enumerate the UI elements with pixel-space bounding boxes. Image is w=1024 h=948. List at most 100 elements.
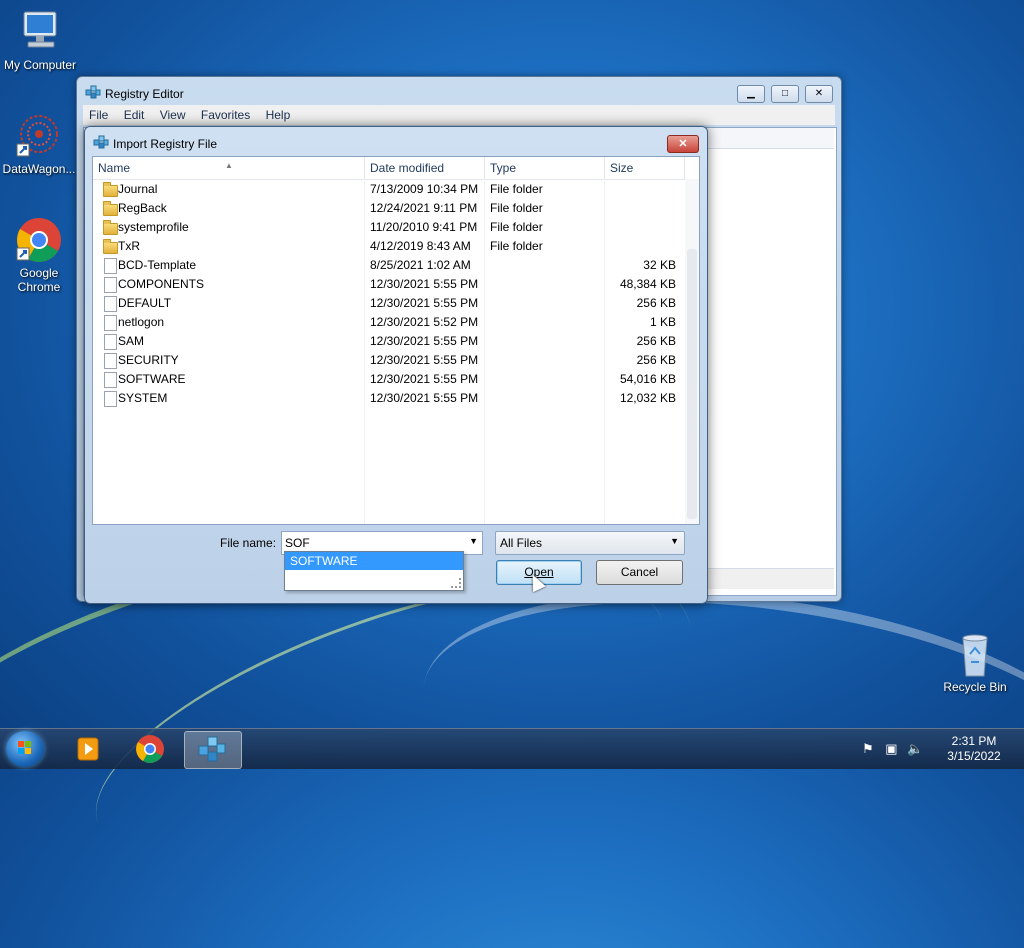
file-name-cell: netlogon	[118, 315, 165, 329]
file-name-cell: RegBack	[118, 201, 167, 215]
autocomplete-dropdown[interactable]: SOFTWARE	[284, 551, 464, 591]
file-size-cell: 54,016 KB	[619, 372, 676, 386]
file-type-cell: File folder	[490, 239, 543, 253]
dialog-close-button[interactable]: ✕	[667, 135, 699, 153]
menu-bar: File Edit View Favorites Help	[83, 105, 835, 125]
windows-logo-icon	[18, 741, 31, 754]
file-name-cell: systemprofile	[118, 220, 189, 234]
file-name-cell: TxR	[118, 239, 140, 253]
file-name-label: File name:	[220, 536, 277, 550]
file-row[interactable]: SAM 12/30/2021 5:55 PM 256 KB	[93, 332, 683, 351]
minimize-button[interactable]: ▁	[737, 85, 765, 103]
resize-grip-icon[interactable]	[451, 578, 461, 588]
taskbar: ⚑ ▣ 🔈 2:31 PM 3/15/2022	[0, 728, 1024, 769]
file-size-cell: 48,384 KB	[619, 277, 676, 291]
menu-view[interactable]: View	[154, 105, 192, 122]
file-size-cell: 12,032 KB	[619, 391, 676, 405]
menu-edit[interactable]: Edit	[118, 105, 151, 122]
network-icon[interactable]: ▣	[885, 741, 897, 756]
folder-icon	[103, 239, 118, 254]
desktop-icon-google-chrome[interactable]: Google Chrome	[0, 216, 79, 294]
clock-date: 3/15/2022	[947, 749, 1001, 763]
file-size-cell: 1 KB	[649, 315, 676, 329]
file-row[interactable]: TxR 4/12/2019 8:43 AM File folder	[93, 237, 683, 256]
file-row[interactable]: SOFTWARE 12/30/2021 5:55 PM 54,016 KB	[93, 370, 683, 389]
clock[interactable]: 2:31 PM 3/15/2022	[938, 734, 1010, 764]
column-header-type[interactable]: Type	[485, 157, 605, 179]
close-icon: ✕	[814, 88, 824, 99]
taskbar-media-player[interactable]	[60, 731, 116, 767]
file-row[interactable]: netlogon 12/30/2021 5:52 PM 1 KB	[93, 313, 683, 332]
desktop-icon-datawagon[interactable]: DataWagon...	[0, 112, 79, 176]
file-row[interactable]: COMPONENTS 12/30/2021 5:55 PM 48,384 KB	[93, 275, 683, 294]
file-size-cell: 256 KB	[636, 296, 676, 310]
file-date-cell: 11/20/2010 9:41 PM	[370, 220, 478, 234]
sort-ascending-icon: ▲	[225, 161, 233, 170]
start-button[interactable]	[6, 731, 44, 767]
file-icon	[103, 258, 117, 274]
chevron-down-icon: ▼	[670, 536, 679, 546]
file-date-cell: 12/30/2021 5:55 PM	[370, 391, 479, 405]
desktop-icon-recycle-bin[interactable]: Recycle Bin	[935, 630, 1015, 694]
file-name-cell: SAM	[118, 334, 145, 348]
dialog-title: Import Registry File	[113, 137, 218, 151]
taskbar-chrome[interactable]	[122, 731, 178, 767]
file-row[interactable]: Journal 7/13/2009 10:34 PM File folder	[93, 180, 683, 199]
file-row[interactable]: systemprofile 11/20/2010 9:41 PM File fold…	[93, 218, 683, 237]
desktop-icon-my-computer[interactable]: My Computer	[0, 8, 80, 72]
column-header-date-modified[interactable]: Date modified	[365, 157, 485, 179]
scrollbar-thumb[interactable]	[687, 249, 697, 519]
menu-favorites[interactable]: Favorites	[195, 105, 256, 122]
file-date-cell: 4/12/2019 8:43 AM	[370, 239, 471, 253]
file-row[interactable]: SECURITY 12/30/2021 5:55 PM 256 KB	[93, 351, 683, 370]
column-header-size[interactable]: Size	[605, 157, 685, 179]
autocomplete-item[interactable]: SOFTWARE	[285, 552, 463, 570]
file-name-cell: Journal	[118, 182, 158, 196]
menu-file[interactable]: File	[83, 105, 114, 122]
horizontal-scrollbar[interactable]	[704, 568, 834, 589]
close-button[interactable]: ✕	[805, 85, 833, 103]
file-icon	[103, 277, 117, 293]
file-type-value: All Files	[500, 536, 543, 550]
file-row[interactable]: DEFAULT 12/30/2021 5:55 PM 256 KB	[93, 294, 683, 313]
menu-help[interactable]: Help	[260, 105, 297, 122]
vertical-scrollbar[interactable]	[685, 179, 699, 524]
volume-icon[interactable]: 🔈	[907, 741, 923, 756]
file-icon	[103, 353, 117, 369]
chevron-down-icon[interactable]: ▼	[469, 536, 478, 546]
file-type-cell: File folder	[490, 220, 543, 234]
file-date-cell: 12/24/2021 9:11 PM	[370, 201, 478, 215]
file-name-cell: DEFAULT	[118, 296, 172, 310]
file-date-cell: 12/30/2021 5:55 PM	[370, 353, 479, 367]
chrome-icon	[136, 735, 164, 763]
recycle-bin-icon	[951, 630, 999, 678]
file-name-cell: SOFTWARE	[118, 372, 186, 386]
cancel-button[interactable]: Cancel	[596, 560, 683, 585]
action-center-flag-icon[interactable]: ⚑	[862, 741, 874, 756]
column-header-name[interactable]: Name ▲	[93, 157, 365, 179]
file-name-cell: COMPONENTS	[118, 277, 205, 291]
file-row[interactable]: SYSTEM 12/30/2021 5:55 PM 12,032 KB	[93, 389, 683, 408]
registry-editor-icon	[85, 85, 101, 101]
folder-icon	[103, 182, 118, 197]
file-date-cell: 12/30/2021 5:55 PM	[370, 277, 479, 291]
file-icon	[103, 315, 117, 331]
file-list[interactable]: Name ▲ Date modified Type Size Journal 7/…	[92, 156, 700, 525]
maximize-icon: □	[781, 88, 789, 99]
taskbar-registry-editor[interactable]	[184, 731, 242, 769]
file-date-cell: 12/30/2021 5:52 PM	[370, 315, 479, 329]
file-row[interactable]: RegBack 12/24/2021 9:11 PM File folder	[93, 199, 683, 218]
file-row[interactable]: BCD-Template 8/25/2021 1:02 AM 32 KB	[93, 256, 683, 275]
clock-time: 2:31 PM	[951, 734, 997, 748]
file-date-cell: 8/25/2021 1:02 AM	[370, 258, 471, 272]
import-registry-dialog[interactable]: Import Registry File ✕ Name ▲ Date modif…	[84, 126, 708, 604]
file-name-input[interactable]: SOF	[285, 536, 310, 550]
registry-editor-icon	[198, 736, 226, 762]
chrome-icon	[15, 216, 63, 264]
folder-icon	[103, 201, 118, 216]
close-icon: ✕	[678, 138, 688, 150]
file-type-select[interactable]: All Files ▼	[495, 531, 685, 555]
window-title: Registry Editor	[105, 87, 184, 101]
maximize-button[interactable]: □	[771, 85, 799, 103]
file-name-cell: SYSTEM	[118, 391, 168, 405]
